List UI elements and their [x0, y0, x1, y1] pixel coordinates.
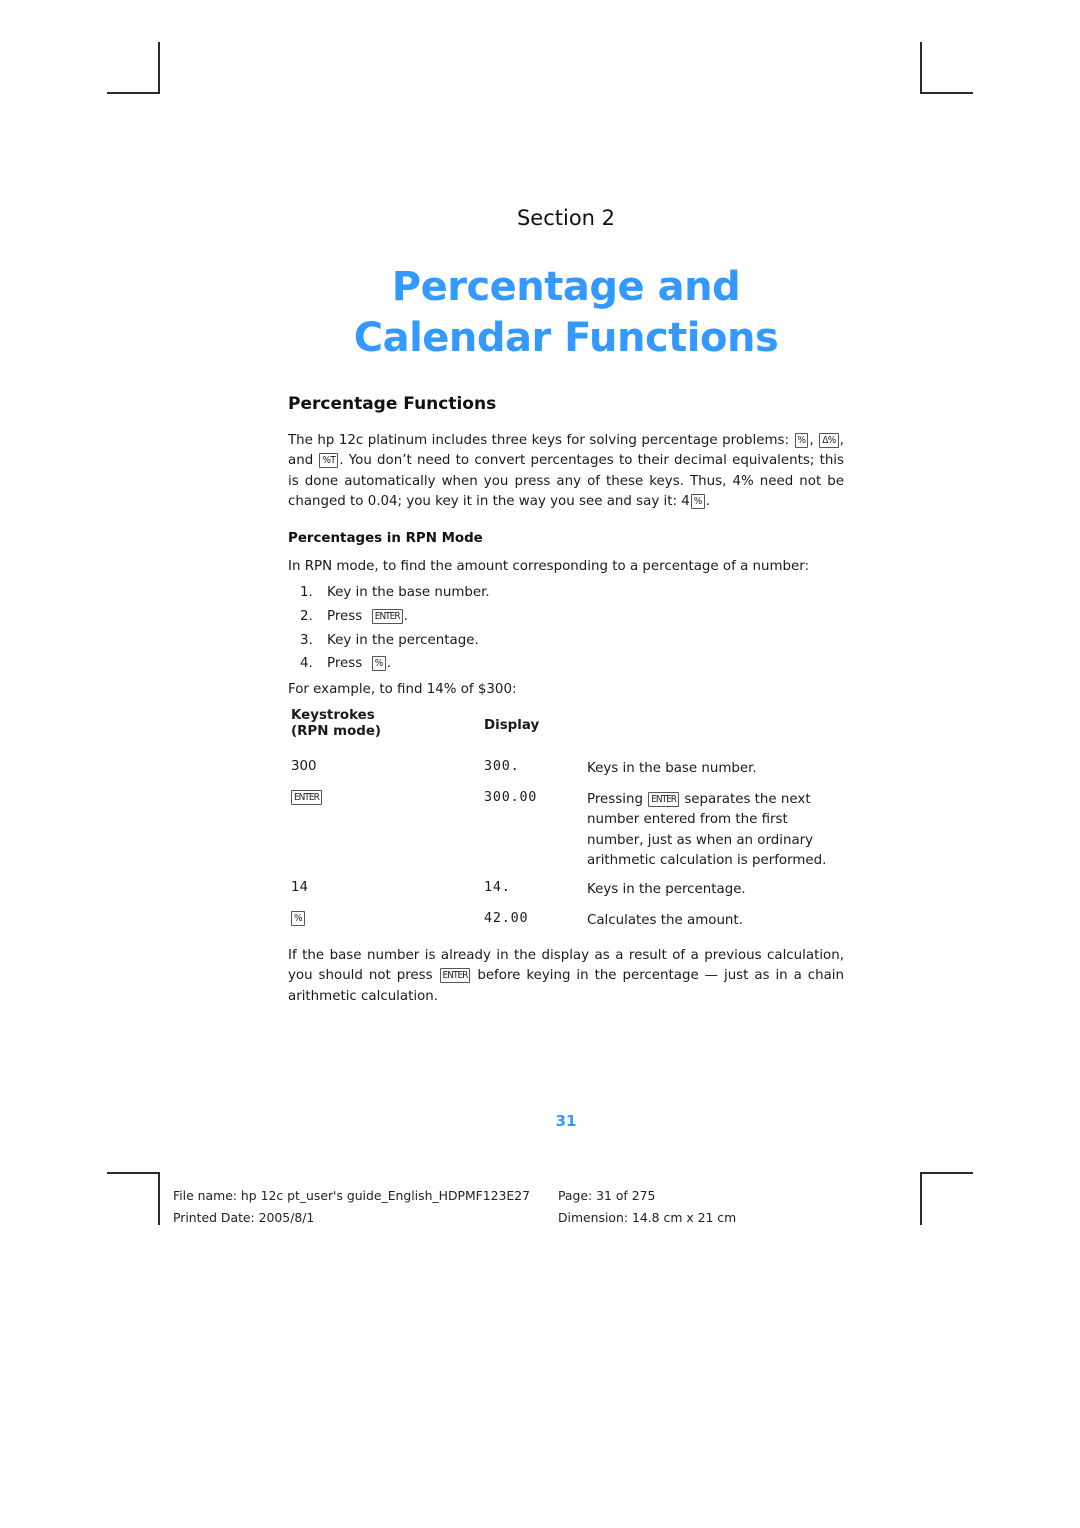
steps-list: 1. Key in the base number. 2. Press ENTE…	[300, 581, 490, 676]
delta-percent-key-icon: Δ%	[819, 433, 839, 448]
header-keystrokes: Keystrokes (RPN mode)	[291, 708, 381, 740]
header-keystrokes-line1: Keystrokes	[291, 708, 375, 723]
intro-sep: ,	[839, 433, 844, 448]
step-number: 2.	[300, 608, 313, 624]
enter-key-icon: ENTER	[291, 790, 322, 805]
step-text: Key in the base number.	[327, 585, 490, 600]
intro-sep: ,	[809, 433, 819, 448]
section-label: Section 2	[516, 206, 616, 230]
crop-mark-bottom-left-vertical	[158, 1172, 160, 1225]
enter-key-icon: ENTER	[439, 968, 471, 984]
chapter-title: Percentage and Calendar Functions	[353, 264, 779, 361]
header-keystrokes-line2: (RPN mode)	[291, 724, 382, 739]
percent-key-icon: %	[794, 433, 809, 448]
step-text: Key in the percentage.	[327, 632, 479, 648]
enter-key-icon: ENTER	[371, 608, 403, 624]
footer-file-name: File name: hp 12c pt_user's guide_Englis…	[173, 1188, 531, 1203]
description-text: Pressing	[587, 792, 648, 807]
display-cell: 14.	[484, 880, 511, 895]
step-item: 2. Press ENTER.	[300, 605, 490, 629]
keystroke-cell: 14	[291, 880, 309, 895]
enter-key-icon: ENTER	[648, 792, 680, 807]
percent-key-icon: %	[291, 911, 305, 926]
step-text: Press	[327, 656, 367, 672]
heading-percentage-functions: Percentage Functions	[288, 394, 497, 414]
keystroke-cell: %	[291, 911, 306, 926]
percent-total-key-icon: %T	[319, 453, 339, 469]
intro-paragraph: The hp 12c platinum includes three keys …	[288, 431, 844, 513]
crop-mark-top-right-horizontal	[920, 92, 973, 94]
closing-paragraph: If the base number is already in the dis…	[288, 946, 844, 1007]
crop-mark-bottom-left-horizontal	[107, 1172, 160, 1174]
step-number: 4.	[300, 656, 313, 672]
keystroke-cell: 300	[291, 759, 317, 774]
keystroke-cell: ENTER	[291, 790, 323, 805]
display-cell: 300.	[484, 759, 520, 774]
crop-mark-top-left-vertical	[158, 42, 160, 94]
page-number: 31	[555, 1112, 577, 1130]
percent-key-icon: %	[371, 656, 386, 672]
step-number: 1.	[300, 585, 313, 600]
step-item: 4. Press %.	[300, 652, 490, 676]
rpn-intro: In RPN mode, to find the amount correspo…	[288, 559, 810, 574]
description-cell: Keys in the percentage.	[587, 882, 746, 897]
crop-mark-bottom-right-horizontal	[920, 1172, 973, 1174]
description-cell: Keys in the base number.	[587, 761, 757, 776]
step-number: 3.	[300, 632, 313, 648]
crop-mark-top-left-horizontal	[107, 92, 160, 94]
intro-text-2: and	[288, 453, 319, 469]
display-cell: 42.00	[484, 911, 529, 926]
footer-page: Page: 31 of 275	[558, 1188, 656, 1203]
example-intro: For example, to find 14% of $300:	[288, 682, 517, 697]
description-cell: Calculates the amount.	[587, 913, 743, 928]
display-cell: 300.00	[484, 790, 538, 805]
footer-printed-date: Printed Date: 2005/8/1	[173, 1210, 315, 1225]
header-display: Display	[484, 718, 540, 733]
step-item: 1. Key in the base number.	[300, 581, 490, 605]
step-after: .	[403, 608, 408, 624]
percent-key-icon: %	[690, 494, 705, 510]
intro-end: .	[705, 494, 710, 510]
step-after: .	[386, 656, 391, 672]
intro-text-3: . You don’t need to convert percentages …	[288, 453, 844, 510]
intro-text-1: The hp 12c platinum includes three keys …	[288, 433, 794, 448]
heading-rpn-mode: Percentages in RPN Mode	[288, 531, 483, 546]
step-text: Press	[327, 608, 367, 624]
footer-dimension: Dimension: 14.8 cm x 21 cm	[558, 1210, 737, 1225]
step-item: 3. Key in the percentage.	[300, 629, 490, 653]
description-cell: Pressing ENTER separates the next number…	[587, 790, 843, 872]
crop-mark-top-right-vertical	[920, 42, 922, 94]
crop-mark-bottom-right-vertical	[920, 1172, 922, 1225]
